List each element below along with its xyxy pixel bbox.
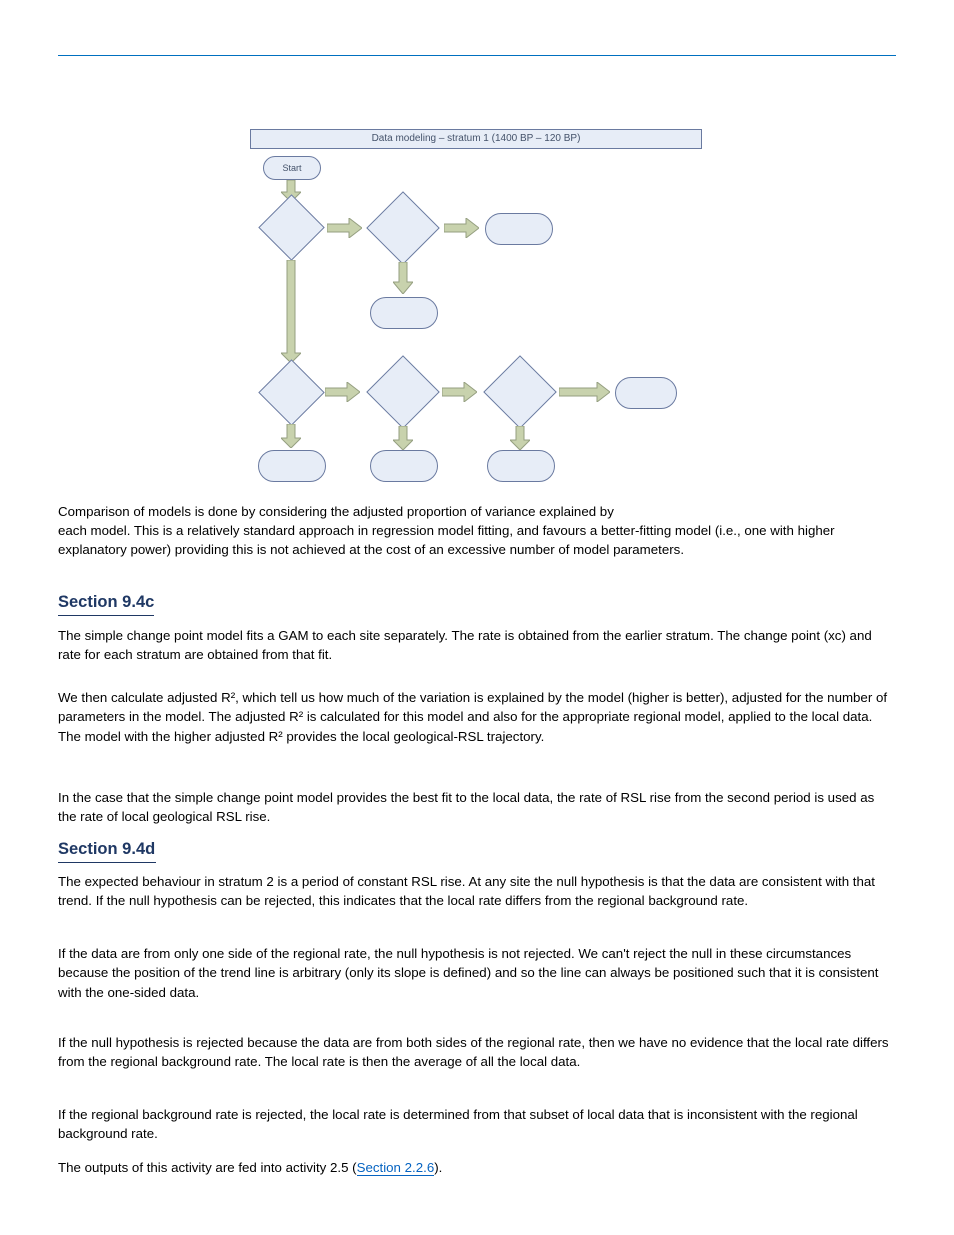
94d-p2: If the data are from only one side of th… [58, 944, 896, 1002]
flow-d4 [366, 355, 440, 429]
flow-d3 [258, 359, 324, 425]
flow-d2 [366, 191, 440, 265]
94d-p5-posttext: ). [434, 1160, 442, 1175]
flow-out-regional-model [485, 213, 553, 245]
top-rule [58, 55, 896, 56]
flow-d3-wrap [259, 360, 323, 424]
compare-intro: Comparison of models is done by consider… [58, 502, 896, 521]
flow-d1 [258, 194, 324, 260]
arrow-d4-right [442, 382, 477, 407]
94d-p4: If the regional background rate is rejec… [58, 1105, 896, 1144]
heading-94d: Section 9.4d [58, 840, 155, 859]
94c-p2: We then calculate adjusted R², which tel… [58, 688, 896, 746]
flow-title-label: Data modeling – stratum 1 (1400 BP – 120… [251, 130, 701, 148]
arrow-d5-right [559, 382, 610, 407]
flow-out-compare-models [370, 297, 438, 329]
flow-d1-wrap [259, 195, 323, 259]
arrow-d3-down [281, 424, 301, 453]
flow-start: Start [263, 156, 321, 180]
94d-p1: The expected behaviour in stratum 2 is a… [58, 872, 896, 911]
flow-out-twosided [370, 450, 438, 482]
flow-d4-wrap [367, 356, 439, 428]
flow-d5-wrap [484, 356, 556, 428]
flow-d5 [483, 355, 557, 429]
flow-out-expert [615, 377, 677, 409]
94d-p5: The outputs of this activity are fed int… [58, 1158, 896, 1177]
flow-out-regional-bg [258, 450, 326, 482]
arrow-d1-down [281, 260, 301, 368]
compare-cont: each model. This is a relatively standar… [58, 521, 896, 560]
arrow-d3-right [325, 382, 360, 407]
heading-94d-underline [58, 862, 156, 863]
link-section-226[interactable]: Section 2.2.6 [357, 1160, 435, 1176]
heading-94c: Section 9.4c [58, 593, 154, 612]
flow-title-bar: Data modeling – stratum 1 (1400 BP – 120… [250, 129, 702, 149]
flow-out-onesided [487, 450, 555, 482]
arrow-d1-right [327, 218, 362, 243]
heading-94c-underline [58, 615, 154, 616]
94d-p5-pretext: The outputs of this activity are fed int… [58, 1160, 357, 1175]
94c-p3: In the case that the simple change point… [58, 788, 896, 827]
flow-d2-wrap [367, 192, 439, 264]
94c-p1: The simple change point model fits a GAM… [58, 626, 896, 665]
arrow-d2-right [444, 218, 479, 243]
flow-start-label: Start [282, 163, 301, 173]
arrow-d2-down [393, 262, 413, 299]
94d-p3: If the null hypothesis is rejected becau… [58, 1033, 896, 1072]
